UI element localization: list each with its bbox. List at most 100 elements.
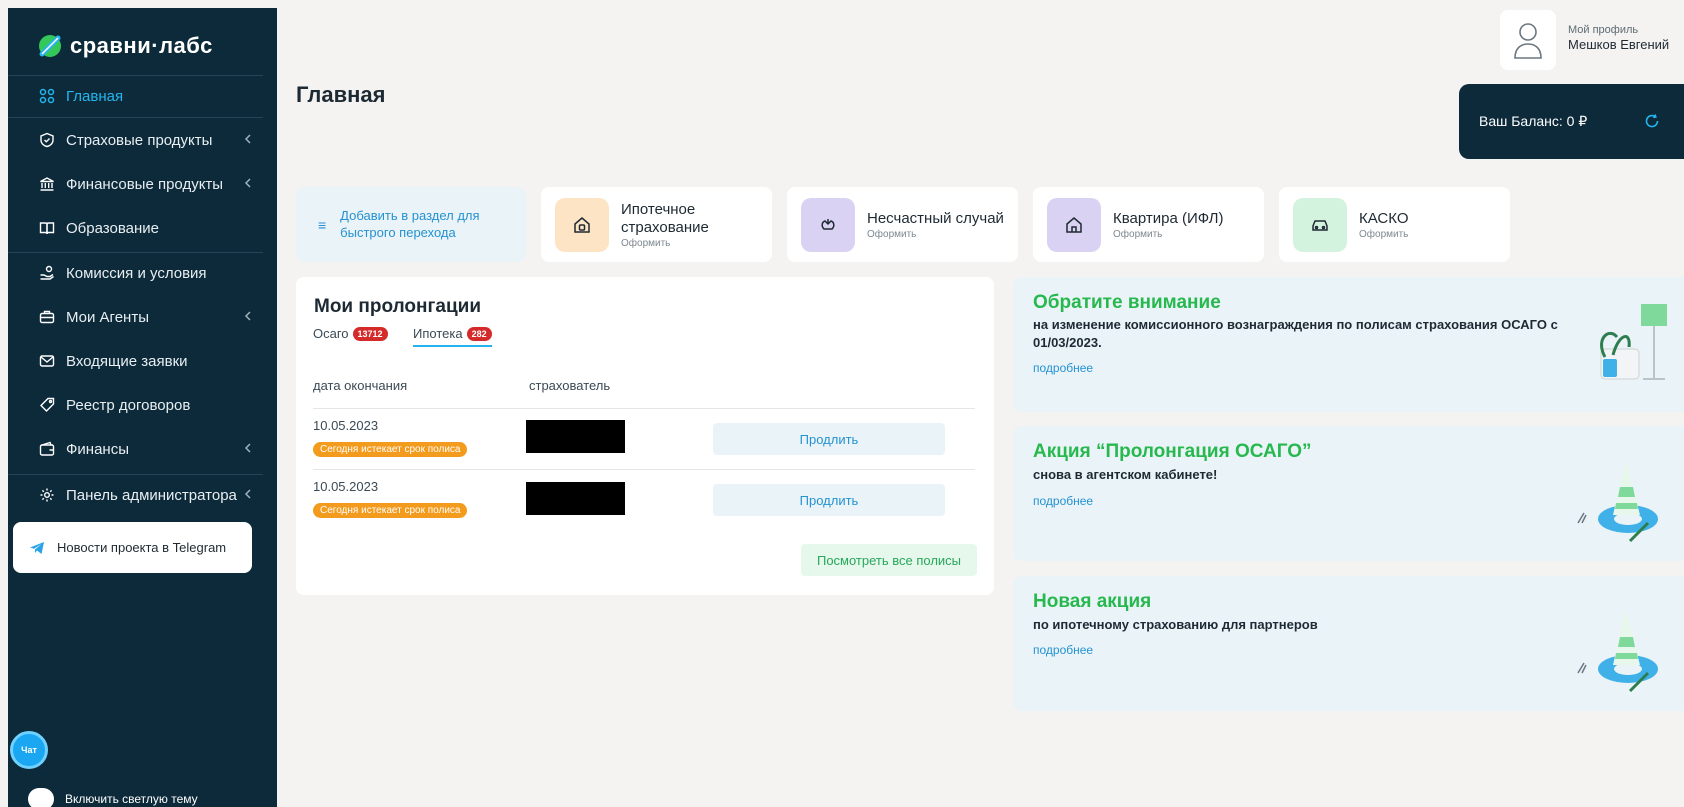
hand-coins-icon xyxy=(38,264,56,282)
news-more-link[interactable]: подробнее xyxy=(1033,643,1093,657)
product-title: Ипотечное страхование xyxy=(621,200,709,236)
redacted-insurer xyxy=(526,420,625,453)
news-title: Акция “Пролонгация ОСАГО” xyxy=(1033,441,1312,462)
status-badge: Сегодня истекает срок полиса xyxy=(313,503,468,518)
product-action: Оформить xyxy=(1359,228,1409,240)
extend-button[interactable]: Продлить xyxy=(713,484,945,516)
news-card-promo: Акция “Пролонгация ОСАГО” снова в агентс… xyxy=(1013,426,1684,561)
profile-avatar[interactable] xyxy=(1500,10,1556,70)
news-more-link[interactable]: подробнее xyxy=(1033,494,1093,508)
sidebar-item-label: Комиссия и условия xyxy=(66,264,207,282)
sidebar-item-label: Входящие заявки xyxy=(66,352,188,370)
chevron-left-icon xyxy=(244,178,251,188)
product-action: Оформить xyxy=(621,237,671,249)
chevron-left-icon xyxy=(244,134,251,144)
sidebar-item-main[interactable]: Главная xyxy=(8,74,263,118)
sidebar-item-label: Финансовые продукты xyxy=(66,175,224,193)
gear-icon xyxy=(38,486,56,504)
user-icon xyxy=(1514,23,1542,59)
house-icon xyxy=(555,197,609,252)
page-title: Главная xyxy=(296,82,386,107)
profile-name: Мешков Евгений xyxy=(1568,37,1670,53)
product-card-kasko[interactable]: КАСКО Оформить xyxy=(1279,187,1510,262)
briefcase-icon xyxy=(38,308,56,326)
add-quick-access-button[interactable]: ≡ Добавить в раздел для быстрого переход… xyxy=(296,187,526,262)
chevron-left-icon xyxy=(244,443,251,453)
end-date: 10.05.2023 xyxy=(313,479,379,494)
profile-info[interactable]: Мой профиль Мешков Евгений xyxy=(1568,24,1669,53)
product-action: Оформить xyxy=(867,228,917,240)
theme-toggle[interactable] xyxy=(28,788,54,807)
product-title: КАСКО xyxy=(1359,209,1409,227)
mail-icon xyxy=(38,352,56,370)
wallet-icon xyxy=(38,440,56,458)
telegram-news-button[interactable]: Новости проекта в Telegram xyxy=(13,522,252,573)
prolongations-card: Мои пролонгации Осаго 13712 Ипотека 282 … xyxy=(296,277,994,595)
sidebar-item-finance-products[interactable]: Финансовые продукты xyxy=(8,162,263,206)
sidebar-item-label: Панель администратора xyxy=(66,486,237,504)
add-quick-access-label: Добавить в раздел для быстрого перехода xyxy=(340,207,480,240)
bandage-icon xyxy=(801,197,855,252)
sidebar-item-commission[interactable]: Комиссия и условия xyxy=(8,251,263,295)
menu-icon: ≡ xyxy=(318,216,327,233)
chat-label: Чат xyxy=(21,745,37,755)
sidebar: сравни·лабс Главная Страховые продукты Ф… xyxy=(8,8,277,807)
divider xyxy=(313,469,975,470)
product-card-apartment[interactable]: Квартира (ИФЛ) Оформить xyxy=(1033,187,1264,262)
telegram-icon xyxy=(30,541,44,554)
tab-osago[interactable]: Осаго 13712 xyxy=(313,326,388,345)
product-title: Квартира (ИФЛ) xyxy=(1113,209,1224,227)
redacted-insurer xyxy=(526,482,625,515)
refresh-icon[interactable] xyxy=(1644,113,1660,129)
plant-illustration-icon xyxy=(1600,304,1667,380)
tab-mortgage[interactable]: Ипотека 282 xyxy=(413,326,492,347)
sidebar-item-incoming[interactable]: Входящие заявки xyxy=(8,339,263,383)
product-action: Оформить xyxy=(1113,228,1163,240)
sidebar-item-registry[interactable]: Реестр договоров xyxy=(8,383,263,427)
car-icon xyxy=(1293,197,1347,252)
sidebar-item-agents[interactable]: Мои Агенты xyxy=(8,295,263,339)
tab-label: Осаго xyxy=(313,326,349,341)
grid-icon xyxy=(38,87,56,105)
prolongations-title: Мои пролонгации xyxy=(314,296,482,317)
tag-icon xyxy=(38,396,56,414)
count-badge: 13712 xyxy=(352,326,388,341)
news-title: Новая акция xyxy=(1033,591,1152,612)
balance-panel: Ваш Баланс: 0 ₽ xyxy=(1459,84,1684,159)
logo-text: сравни·лабс xyxy=(70,33,213,58)
news-title: Обратите внимание xyxy=(1033,292,1221,313)
column-header-end-date: дата окончания xyxy=(313,378,408,393)
sidebar-item-admin[interactable]: Панель администратора xyxy=(8,473,263,517)
status-badge: Сегодня истекает срок полиса xyxy=(313,442,468,457)
sidebar-item-label: Образование xyxy=(66,219,159,237)
lifebuoy-cone-illustration-icon xyxy=(1577,609,1658,693)
chat-button[interactable]: Чат xyxy=(10,731,48,769)
count-badge: 282 xyxy=(466,326,492,341)
sidebar-item-label: Мои Агенты xyxy=(66,308,149,326)
news-text: на изменение комиссионного вознаграждени… xyxy=(1033,317,1558,350)
sidebar-item-insurance[interactable]: Страховые продукты xyxy=(8,118,263,162)
news-text: снова в агентском кабинете! xyxy=(1033,467,1218,482)
view-all-policies-button[interactable]: Посмотреть все полисы xyxy=(801,544,977,576)
balance-label: Ваш Баланс: 0 ₽ xyxy=(1479,113,1588,129)
telegram-news-label: Новости проекта в Telegram xyxy=(57,540,227,555)
theme-toggle-label: Включить светлую тему xyxy=(65,792,198,806)
profile-label: Мой профиль xyxy=(1568,24,1639,36)
extend-button[interactable]: Продлить xyxy=(713,423,945,455)
product-title: Несчастный случай xyxy=(867,209,1004,227)
end-date: 10.05.2023 xyxy=(313,418,379,433)
logo-leaf-icon xyxy=(39,35,61,57)
sidebar-item-finances[interactable]: Финансы xyxy=(8,427,263,471)
book-icon xyxy=(38,219,56,237)
sidebar-item-education[interactable]: Образование xyxy=(8,206,263,250)
chevron-left-icon xyxy=(244,489,251,499)
product-card-mortgage[interactable]: Ипотечное страхование Оформить xyxy=(541,187,772,262)
lifebuoy-cone-illustration-icon xyxy=(1577,459,1658,543)
news-card-new-promo: Новая акция по ипотечному страхованию дл… xyxy=(1013,576,1684,711)
logo[interactable]: сравни·лабс xyxy=(38,26,213,66)
news-more-link[interactable]: подробнее xyxy=(1033,361,1093,375)
sidebar-item-label: Финансы xyxy=(66,440,129,458)
product-card-accident[interactable]: Несчастный случай Оформить xyxy=(787,187,1018,262)
divider xyxy=(313,408,975,409)
sidebar-item-label: Страховые продукты xyxy=(66,131,213,149)
